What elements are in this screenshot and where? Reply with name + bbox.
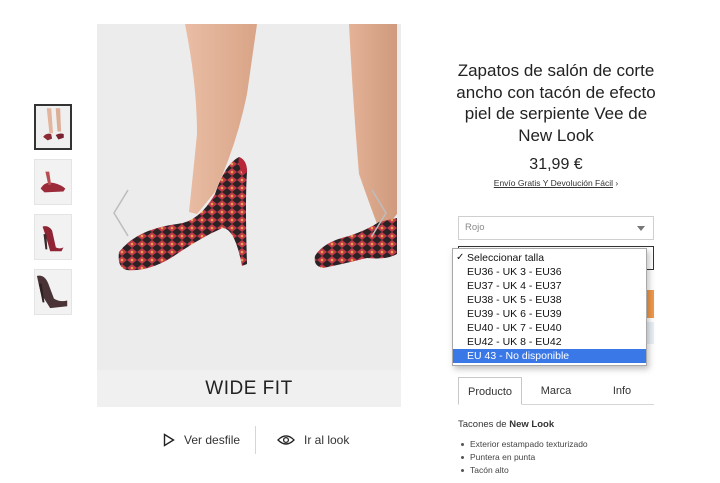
- size-option[interactable]: EU39 - UK 6 - EU39: [453, 307, 646, 321]
- shop-the-look-label: Ir al look: [304, 433, 350, 447]
- size-option-label: Seleccionar talla: [467, 252, 545, 264]
- shop-the-look-link[interactable]: Ir al look: [277, 424, 349, 456]
- play-icon: [163, 433, 175, 447]
- catwalk-video-link[interactable]: Ver desfile: [163, 424, 240, 456]
- colour-select[interactable]: Rojo: [458, 216, 654, 240]
- size-option-label: EU42 - UK 8 - EU42: [467, 336, 562, 348]
- thumbnail-1[interactable]: [34, 104, 72, 150]
- size-option[interactable]: EU42 - UK 8 - EU42: [453, 335, 646, 349]
- brand-name[interactable]: New Look: [509, 419, 554, 430]
- thumbnail-2-image: [35, 160, 71, 204]
- size-dropdown-list[interactable]: ✓ Seleccionar talla EU36 - UK 3 - EU36 EU37…: [452, 248, 647, 366]
- tab-info[interactable]: Info: [590, 377, 654, 405]
- size-option[interactable]: EU36 - UK 3 - EU36: [453, 265, 646, 279]
- brand-line: Tacones de New Look: [458, 419, 554, 430]
- thumbnail-2[interactable]: [34, 159, 72, 205]
- size-option[interactable]: EU38 - UK 5 - EU38: [453, 293, 646, 307]
- size-option-label: EU38 - UK 5 - EU38: [467, 294, 562, 306]
- thumbnail-3-image: [35, 215, 71, 259]
- size-option[interactable]: EU 43 - No disponible: [453, 349, 646, 363]
- shipping-link[interactable]: Envío Gratis Y Devolución Fácil: [494, 178, 613, 188]
- product-price: 31,99 €: [529, 156, 583, 173]
- size-option-placeholder[interactable]: ✓ Seleccionar talla: [453, 251, 646, 265]
- chevron-right-small-icon: ›: [615, 178, 619, 188]
- product-title: Zapatos de salón de corte ancho con tacó…: [456, 61, 656, 145]
- wide-fit-banner: WIDE FIT: [97, 370, 401, 407]
- catwalk-video-label: Ver desfile: [184, 433, 241, 447]
- chevron-right-icon: [371, 189, 387, 237]
- brand-prefix: Tacones de: [458, 419, 510, 430]
- thumbnail-4-image: [35, 270, 71, 314]
- thumbnail-4[interactable]: [34, 269, 72, 315]
- checkmark-icon: ✓: [456, 252, 465, 263]
- thumbnail-3[interactable]: [34, 214, 72, 260]
- tab-producto[interactable]: Producto: [458, 377, 522, 405]
- colour-dropdown-caret-icon: [637, 226, 645, 231]
- details-item: Tacón alto: [460, 464, 588, 477]
- details-item: Exterior estampado texturizado: [460, 438, 588, 451]
- size-option-label: EU37 - UK 4 - EU37: [467, 280, 562, 292]
- product-photo: [97, 24, 401, 370]
- actions-divider: [255, 426, 256, 454]
- size-option-label: EU 43 - No disponible: [467, 350, 570, 362]
- previous-image-button[interactable]: [110, 188, 132, 238]
- details-item: Puntera en punta: [460, 451, 588, 464]
- product-image[interactable]: [97, 24, 401, 370]
- size-option-label: EU40 - UK 7 - EU40: [467, 322, 562, 334]
- size-option-label: EU36 - UK 3 - EU36: [467, 266, 562, 278]
- shipping-info: Envío Gratis Y Devolución Fácil ›: [456, 178, 656, 188]
- size-option[interactable]: EU40 - UK 7 - EU40: [453, 321, 646, 335]
- thumbnail-strip: [34, 104, 72, 324]
- product-details-list: Exterior estampado texturizado Puntera e…: [460, 438, 588, 477]
- chevron-left-icon: [113, 189, 129, 237]
- product-tabs: Producto Marca Info: [458, 377, 654, 405]
- view-actions: Ver desfile Ir al look: [97, 424, 401, 456]
- colour-select-value: Rojo: [465, 222, 485, 233]
- next-image-button[interactable]: [368, 188, 390, 238]
- eye-icon: [277, 435, 295, 445]
- thumbnail-1-image: [36, 106, 70, 148]
- size-option[interactable]: EU37 - UK 4 - EU37: [453, 279, 646, 293]
- size-option-label: EU39 - UK 6 - EU39: [467, 308, 562, 320]
- tab-marca[interactable]: Marca: [522, 377, 590, 405]
